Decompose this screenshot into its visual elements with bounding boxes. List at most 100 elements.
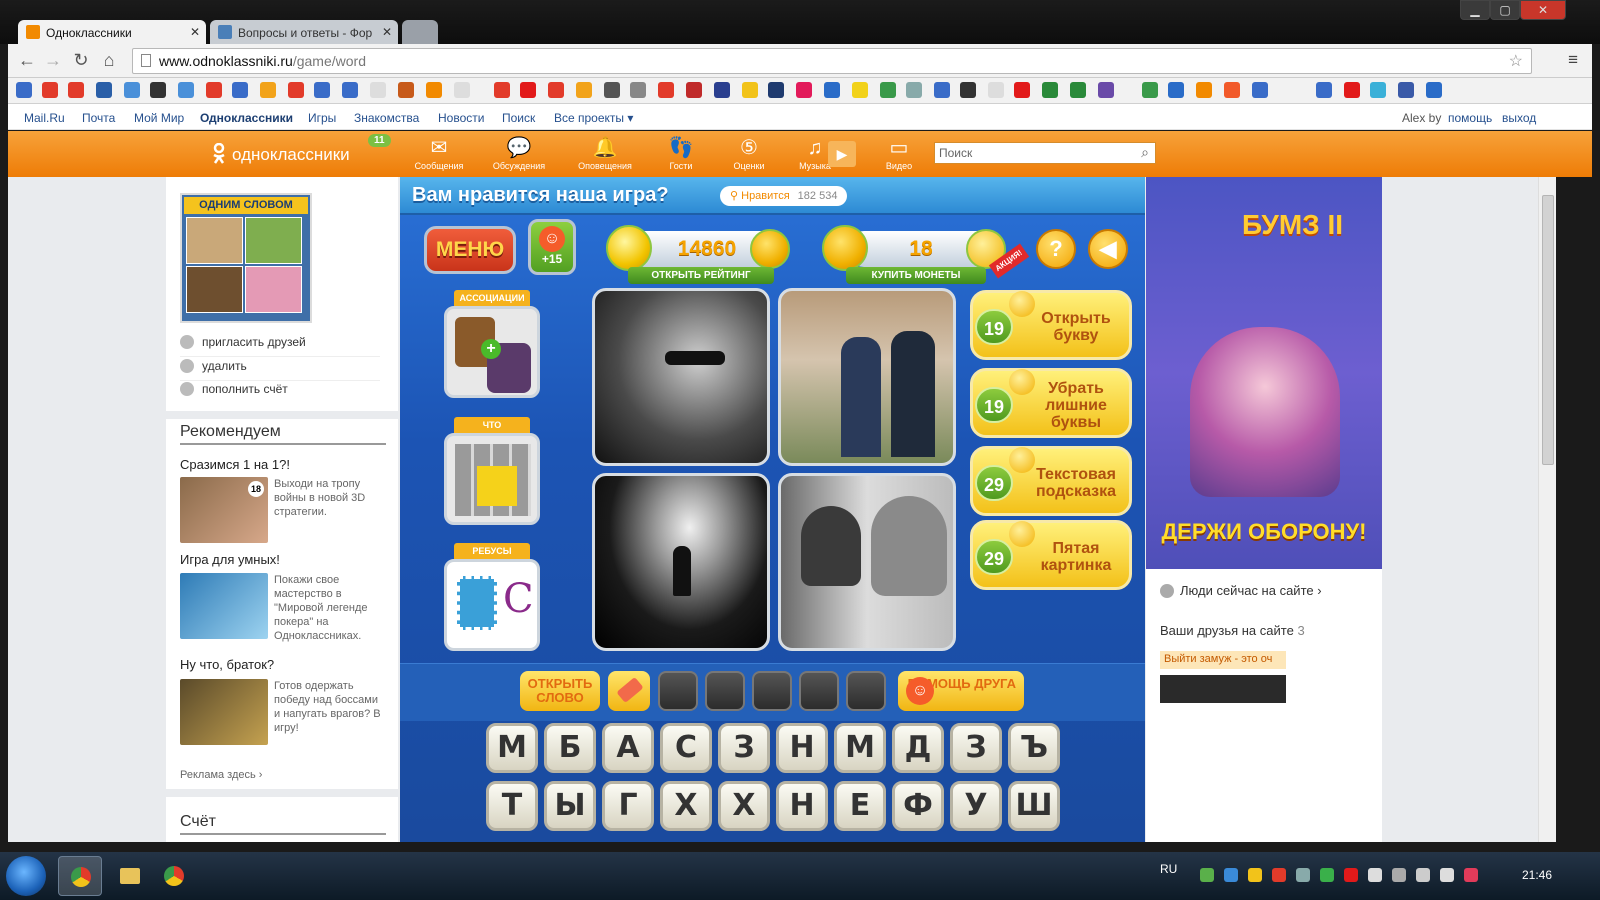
- letter-key[interactable]: Х: [660, 781, 712, 831]
- bookmark-icon[interactable]: [906, 82, 922, 98]
- top-up-link[interactable]: пополнить счёт: [180, 382, 380, 404]
- sound-speaker-icon[interactable]: ◀: [1088, 229, 1128, 269]
- bookmark-icon[interactable]: [1070, 82, 1086, 98]
- letter-key[interactable]: Т: [486, 781, 538, 831]
- game-thumbnail[interactable]: ОДНИМ СЛОВОМ: [180, 193, 312, 323]
- bookmark-icon[interactable]: [1224, 82, 1240, 98]
- hint-fifth-picture-button[interactable]: 29 Пятая картинка: [970, 520, 1132, 590]
- clock[interactable]: 21:46: [1522, 868, 1552, 882]
- bookmark-icon[interactable]: [42, 82, 58, 98]
- answer-slot[interactable]: [846, 671, 886, 711]
- bookmark-icon[interactable]: [1316, 82, 1332, 98]
- nav-notifications[interactable]: 🔔 Оповещения: [570, 135, 640, 171]
- close-tab-icon[interactable]: ✕: [382, 25, 392, 39]
- bookmark-icon[interactable]: [768, 82, 784, 98]
- menu-button[interactable]: МЕНЮ: [424, 226, 516, 274]
- tray-icon[interactable]: [1344, 868, 1358, 882]
- link-poisk[interactable]: Поиск: [502, 111, 535, 125]
- back-icon[interactable]: ←: [16, 50, 38, 71]
- language-indicator[interactable]: RU: [1160, 862, 1177, 876]
- rec-title-3[interactable]: Ну что, браток?: [180, 657, 274, 672]
- letter-key[interactable]: Е: [834, 781, 886, 831]
- scrollbar-thumb[interactable]: [1542, 195, 1554, 465]
- bookmark-icon[interactable]: [16, 82, 32, 98]
- open-word-button[interactable]: ОТКРЫТЬ СЛОВО: [520, 671, 600, 711]
- bookmark-icon[interactable]: [96, 82, 112, 98]
- nav-discussions[interactable]: 💬 Обсуждения: [484, 135, 554, 171]
- bookmark-icon[interactable]: [426, 82, 442, 98]
- letter-key[interactable]: Ъ: [1008, 723, 1060, 773]
- bookmark-icon[interactable]: [1042, 82, 1058, 98]
- nav-guests[interactable]: 👣 Гости: [646, 135, 716, 171]
- rec-text-3[interactable]: Готов одержать победу над боссами и напу…: [274, 679, 386, 735]
- address-bar[interactable]: www.odnoklassniki.ru/game/word ☆: [132, 48, 1532, 74]
- ad-banner-bumz[interactable]: БУМЗ II ДЕРЖИ ОБОРОНУ!: [1146, 177, 1382, 569]
- bookmark-icon[interactable]: [150, 82, 166, 98]
- rec-image-robot[interactable]: [180, 679, 268, 745]
- rec-title-2[interactable]: Игра для умных!: [180, 552, 280, 567]
- tray-icon[interactable]: [1248, 868, 1262, 882]
- letter-key[interactable]: Г: [602, 781, 654, 831]
- tray-icon[interactable]: [1464, 868, 1478, 882]
- letter-key[interactable]: М: [834, 723, 886, 773]
- home-icon[interactable]: ⌂: [98, 50, 120, 71]
- letter-key[interactable]: С: [660, 723, 712, 773]
- network-icon[interactable]: [1416, 868, 1430, 882]
- close-window-button[interactable]: ✕: [1520, 0, 1566, 20]
- letter-key[interactable]: Н: [776, 723, 828, 773]
- taskbar-chrome-app[interactable]: [58, 856, 102, 896]
- letter-key[interactable]: З: [950, 723, 1002, 773]
- bookmark-icon[interactable]: [852, 82, 868, 98]
- link-moy-mir[interactable]: Мой Мир: [134, 111, 184, 125]
- letter-key[interactable]: Б: [544, 723, 596, 773]
- help-question-icon[interactable]: ?: [1036, 229, 1076, 269]
- answer-slot[interactable]: [752, 671, 792, 711]
- friend-status[interactable]: Выйти замуж - это оч: [1160, 651, 1286, 669]
- play-icon[interactable]: ▶: [828, 141, 856, 167]
- bookmark-star-icon[interactable]: ☆: [1509, 51, 1523, 71]
- taskbar-explorer-app[interactable]: [108, 856, 152, 896]
- tab-odnoklassniki[interactable]: Одноклассники ✕: [18, 20, 206, 44]
- tray-icon[interactable]: [1392, 868, 1406, 882]
- letter-key[interactable]: М: [486, 723, 538, 773]
- bookmark-icon[interactable]: [1252, 82, 1268, 98]
- invite-friends-link[interactable]: пригласить друзей: [180, 335, 380, 357]
- bookmark-icon[interactable]: [288, 82, 304, 98]
- bookmark-icon[interactable]: [742, 82, 758, 98]
- new-tab-button[interactable]: [402, 20, 438, 44]
- bookmark-icon[interactable]: [1142, 82, 1158, 98]
- bookmark-icon[interactable]: [260, 82, 276, 98]
- bookmark-icon[interactable]: [604, 82, 620, 98]
- bookmark-icon[interactable]: [1426, 82, 1442, 98]
- page-scrollbar[interactable]: [1538, 177, 1556, 842]
- tray-icon[interactable]: [1296, 868, 1310, 882]
- letter-key[interactable]: З: [718, 723, 770, 773]
- tray-icon[interactable]: [1272, 868, 1286, 882]
- all-projects-dropdown[interactable]: Все проекты ▾: [554, 111, 633, 125]
- bookmark-icon[interactable]: [370, 82, 386, 98]
- bookmark-icon[interactable]: [494, 82, 510, 98]
- bookmark-icon[interactable]: [824, 82, 840, 98]
- link-znakomstva[interactable]: Знакомства: [354, 111, 419, 125]
- search-icon[interactable]: ⌕: [1141, 144, 1149, 161]
- link-pochta[interactable]: Почта: [82, 111, 115, 125]
- letter-key[interactable]: А: [602, 723, 654, 773]
- bookmark-icon[interactable]: [960, 82, 976, 98]
- like-button[interactable]: ⚲ Нравится 182 534: [720, 186, 848, 206]
- help-link[interactable]: помощь: [1448, 111, 1492, 125]
- bookmark-icon[interactable]: [1344, 82, 1360, 98]
- bookmark-icon[interactable]: [988, 82, 1004, 98]
- bookmark-icon[interactable]: [206, 82, 222, 98]
- letter-key[interactable]: У: [950, 781, 1002, 831]
- tab-questions[interactable]: Вопросы и ответы - Фор ✕: [210, 20, 398, 44]
- answer-slot[interactable]: [799, 671, 839, 711]
- rating-chart-icon[interactable]: [750, 229, 790, 269]
- people-online-link[interactable]: Люди сейчас на сайте ›: [1160, 583, 1322, 598]
- letter-key[interactable]: Ы: [544, 781, 596, 831]
- bookmark-icon[interactable]: [934, 82, 950, 98]
- bookmark-icon[interactable]: [314, 82, 330, 98]
- volume-icon[interactable]: [1440, 868, 1454, 882]
- bookmark-icon[interactable]: [342, 82, 358, 98]
- letter-key[interactable]: Ф: [892, 781, 944, 831]
- hint-text-button[interactable]: 29 Текстовая подсказка: [970, 446, 1132, 516]
